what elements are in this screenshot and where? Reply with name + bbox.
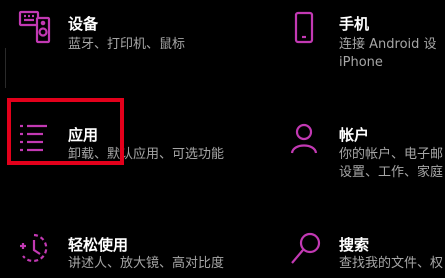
- tile-description-line-2: 设置、工作、家庭: [339, 165, 444, 180]
- settings-tile-ease-of-access[interactable]: 轻松使用 讲述人、放大镜、高对比度: [18, 232, 248, 278]
- tile-description-line-1: 连接 Android 设: [339, 37, 437, 52]
- devices-icon: [18, 10, 52, 44]
- tile-title: 设备: [68, 15, 99, 33]
- tile-title: 帐户: [339, 126, 370, 144]
- settings-tile-phone[interactable]: 手机 连接 Android 设 iPhone: [290, 10, 445, 80]
- settings-tile-search[interactable]: 搜索 查找我的文件、权: [290, 232, 445, 278]
- settings-tile-accounts[interactable]: 帐户 你的帐户、电子邮 设置、工作、家庭: [290, 122, 445, 182]
- scroll-indicator: [5, 48, 6, 88]
- search-icon: [290, 232, 324, 266]
- tile-description: 查找我的文件、权: [339, 256, 444, 271]
- ease-of-access-icon: [18, 232, 52, 266]
- tile-description: 蓝牙、打印机、鼠标: [68, 37, 186, 52]
- tile-title: 手机: [339, 15, 370, 33]
- tile-description-line-2: iPhone: [339, 55, 383, 70]
- settings-tile-devices[interactable]: 设备 蓝牙、打印机、鼠标: [18, 10, 218, 60]
- tile-description: 讲述人、放大镜、高对比度: [68, 256, 225, 271]
- tile-title: 轻松使用: [68, 236, 129, 254]
- tile-description-line-1: 你的帐户、电子邮: [339, 147, 444, 162]
- tile-title: 搜索: [339, 236, 370, 254]
- highlight-annotation-box: [7, 98, 124, 165]
- account-icon: [290, 122, 324, 156]
- phone-icon: [290, 10, 324, 44]
